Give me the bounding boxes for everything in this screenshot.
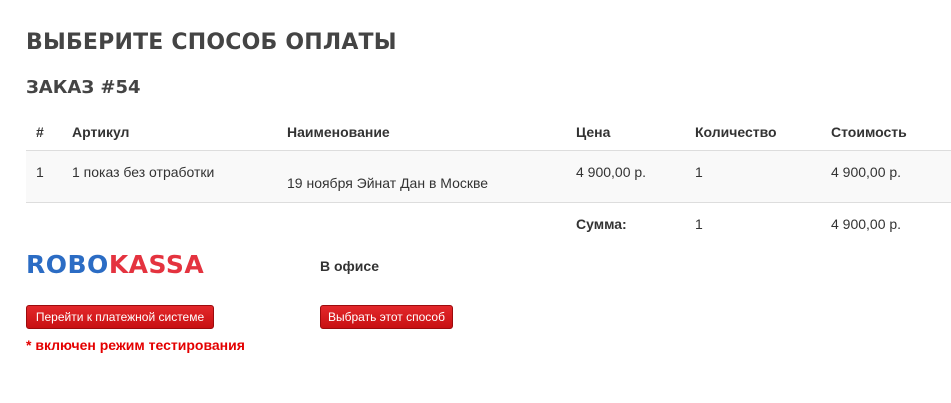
col-header-quantity: Количество bbox=[685, 113, 821, 151]
cell-sku: 1 показ без отработки bbox=[62, 150, 277, 203]
table-row: 1 1 показ без отработки 19 ноября Эйнат … bbox=[26, 150, 951, 203]
table-header-row: # Артикул Наименование Цена Количество С… bbox=[26, 113, 951, 151]
col-header-total: Стоимость bbox=[821, 113, 951, 151]
robokassa-logo: ROBOKASSA bbox=[26, 252, 204, 277]
col-header-number: # bbox=[26, 113, 62, 151]
cell-name: 19 ноября Эйнат Дан в Москве bbox=[277, 150, 566, 203]
summary-total: 4 900,00 р. bbox=[831, 216, 902, 232]
summary-label: Сумма: bbox=[576, 216, 627, 232]
order-table: # Артикул Наименование Цена Количество С… bbox=[26, 113, 951, 243]
robokassa-logo-part2: KASSA bbox=[108, 250, 205, 279]
page-title: ВЫБЕРИТЕ СПОСОБ ОПЛАТЫ bbox=[26, 30, 397, 55]
summary-quantity: 1 bbox=[695, 216, 703, 232]
choose-office-payment-button[interactable]: Выбрать этот способ bbox=[320, 305, 453, 329]
go-to-payment-system-button[interactable]: Перейти к платежной системе bbox=[26, 305, 214, 329]
col-header-sku: Артикул bbox=[62, 113, 277, 151]
cell-price: 4 900,00 р. bbox=[566, 150, 685, 203]
summary-row: Сумма: 1 4 900,00 р. bbox=[26, 203, 951, 243]
cell-quantity: 1 bbox=[685, 150, 821, 203]
col-header-price: Цена bbox=[566, 113, 685, 151]
cell-number: 1 bbox=[26, 150, 62, 203]
test-mode-notice: * включен режим тестирования bbox=[26, 337, 245, 353]
order-heading: ЗАКАЗ #54 bbox=[26, 77, 141, 98]
cell-total: 4 900,00 р. bbox=[821, 150, 951, 203]
col-header-name: Наименование bbox=[277, 113, 566, 151]
office-payment-label: В офисе bbox=[320, 258, 379, 274]
robokassa-logo-part1: ROBO bbox=[26, 250, 109, 279]
